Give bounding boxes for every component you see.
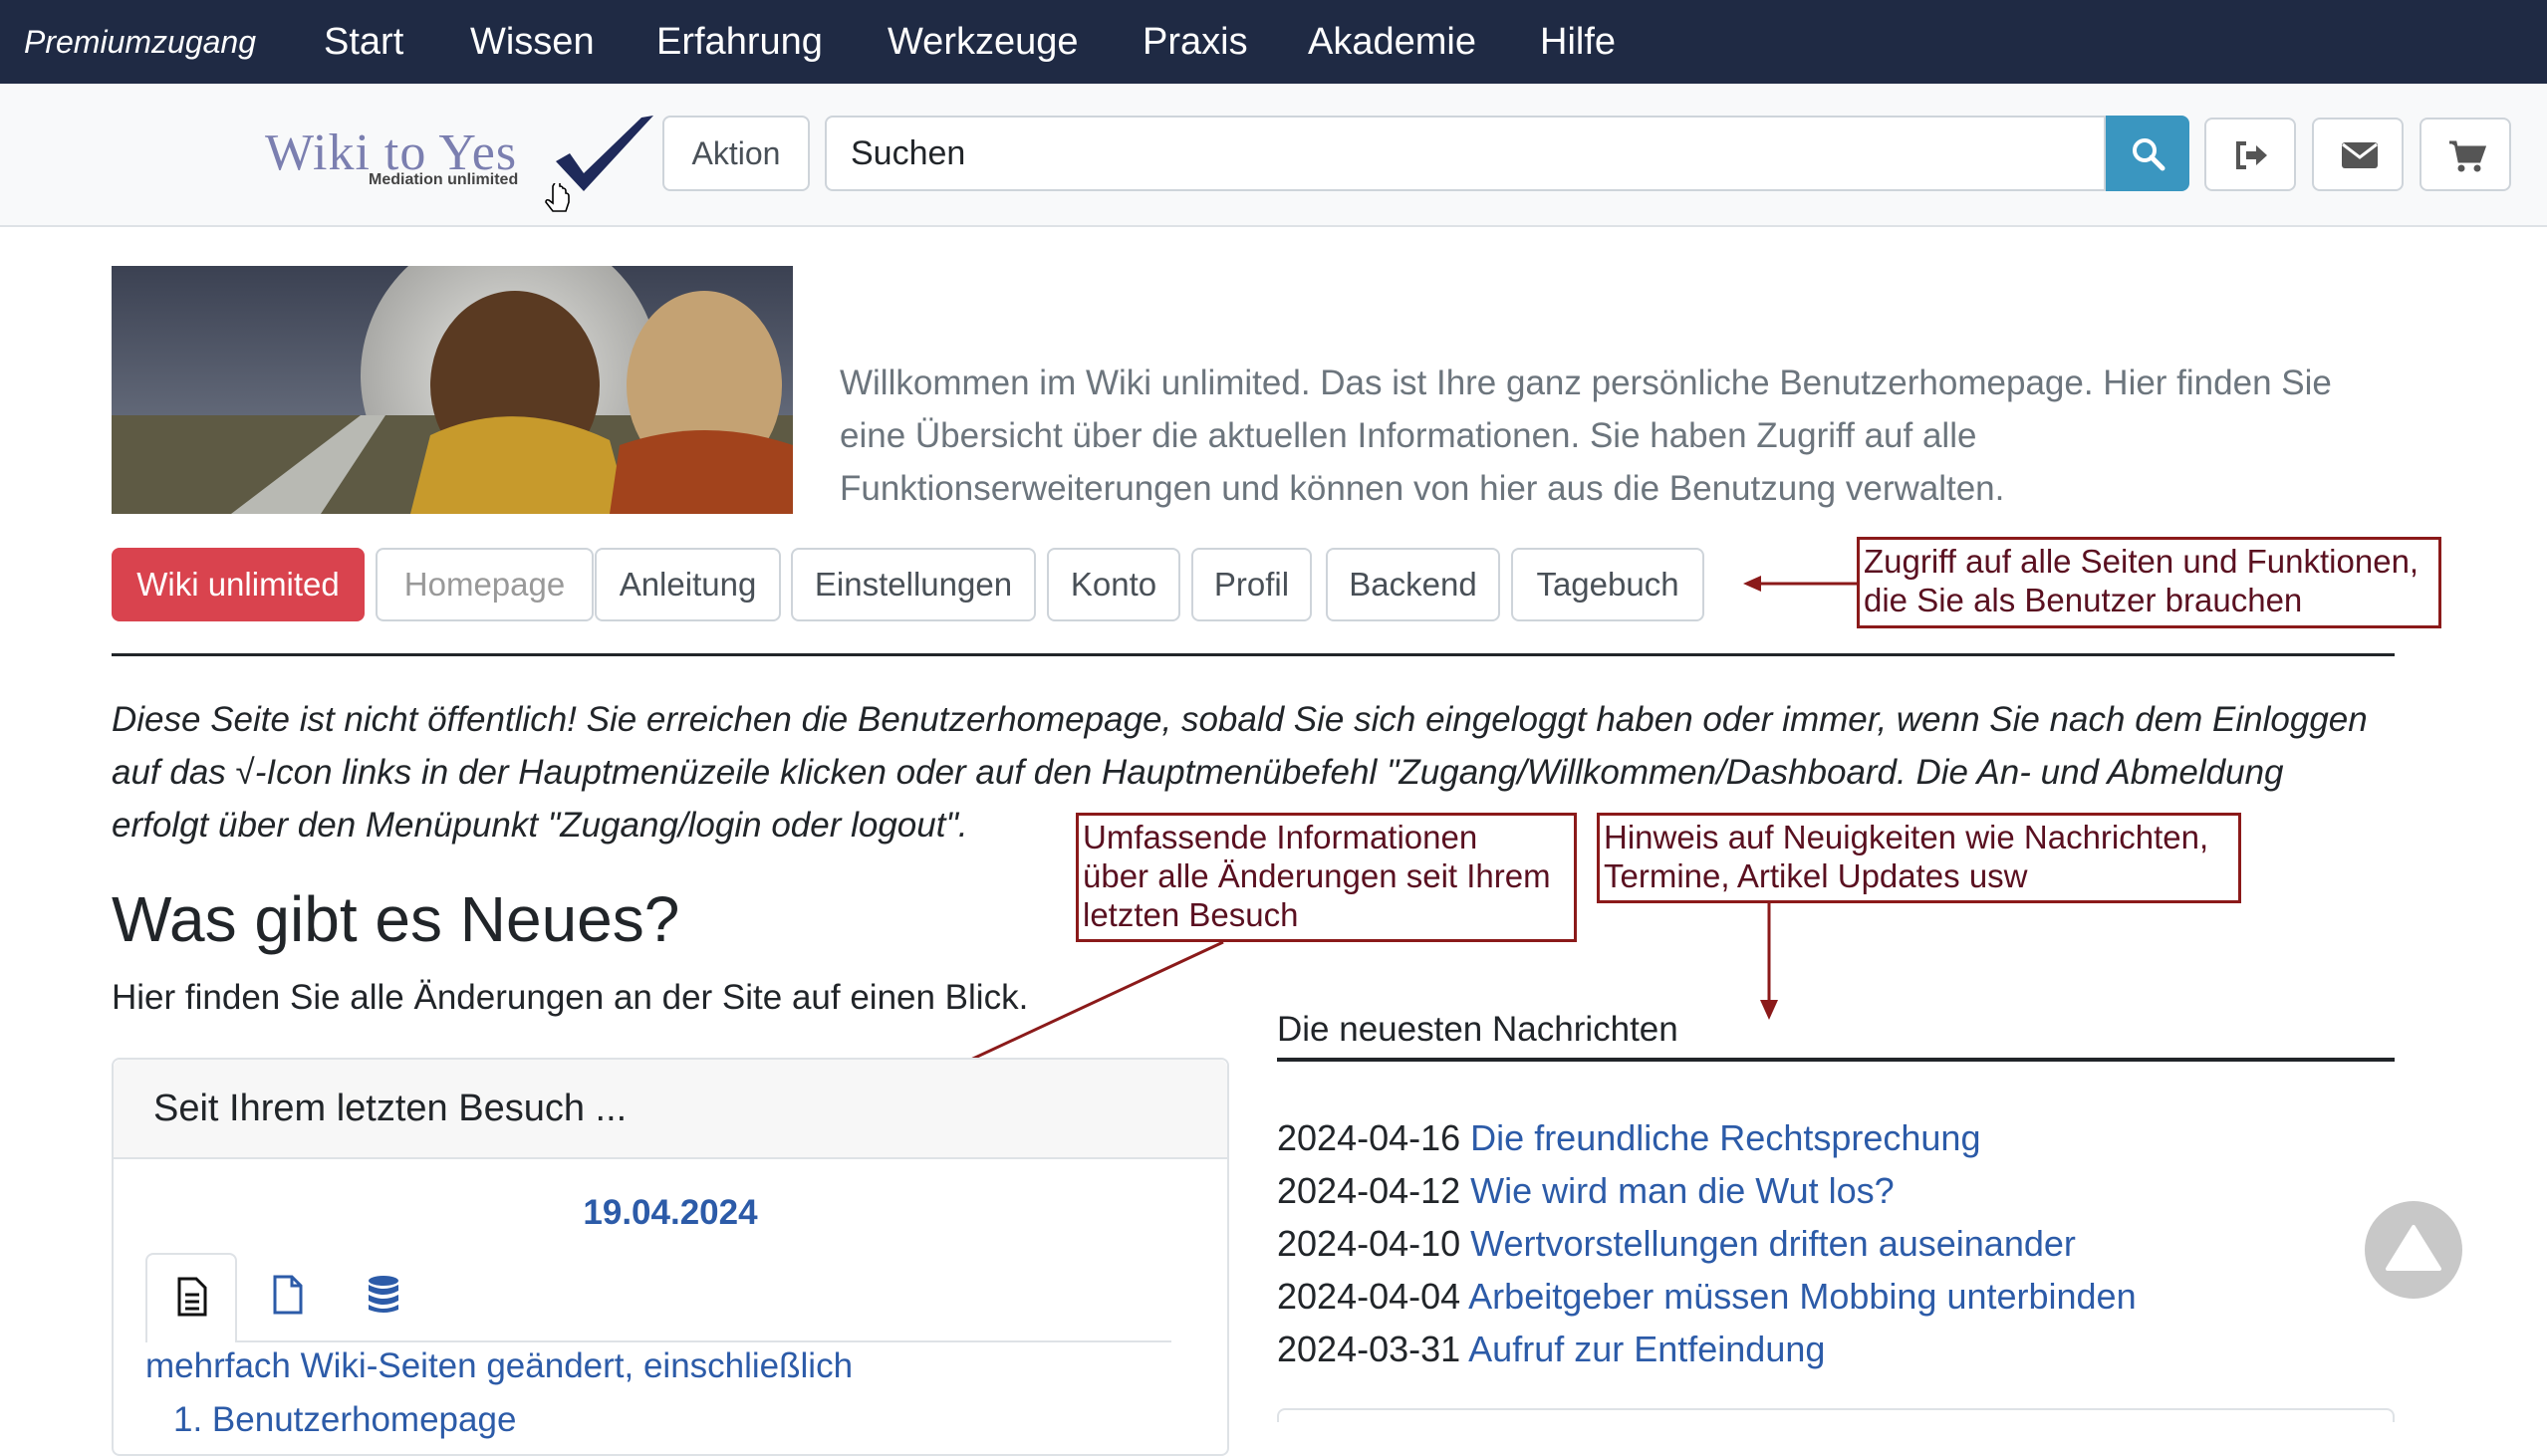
top-navbar: Premiumzugang Start Wissen Erfahrung Wer… bbox=[0, 0, 2547, 84]
site-logo[interactable]: Wiki to Yes Mediation unlimited bbox=[261, 108, 659, 217]
annotation-arrow-news bbox=[1760, 902, 1778, 1020]
logout-icon bbox=[2236, 141, 2267, 169]
notice-line-2: auf das √-Icon links in der Hauptmenüzei… bbox=[112, 753, 2284, 792]
annotation-tabs-line1: Zugriff auf alle Seiten und Funktionen, bbox=[1864, 543, 2420, 580]
annotation-changes-line2: über alle Änderungen seit Ihrem bbox=[1083, 857, 1551, 894]
news-item: 2024-04-10 Wertvorstellungen driften aus… bbox=[1277, 1223, 2076, 1265]
mail-button[interactable] bbox=[2312, 118, 2404, 191]
news-date: 2024-04-16 bbox=[1277, 1117, 1461, 1158]
search-icon bbox=[2133, 138, 2165, 171]
annotation-changes-line1: Umfassende Informationen bbox=[1083, 819, 1478, 855]
scroll-top-button[interactable] bbox=[2365, 1201, 2462, 1299]
news-link[interactable]: Die freundliche Rechtsprechung bbox=[1470, 1117, 1980, 1158]
annotation-news-line1: Hinweis auf Neuigkeiten wie Nachrichten, bbox=[1604, 819, 2209, 855]
news-date: 2024-04-12 bbox=[1277, 1170, 1461, 1211]
annotation-news: Hinweis auf Neuigkeiten wie Nachrichten,… bbox=[1597, 813, 2241, 903]
annotation-changes-line3: letzten Besuch bbox=[1083, 896, 1299, 933]
news-item: 2024-04-12 Wie wird man die Wut los? bbox=[1277, 1170, 1895, 1212]
news-item: 2024-04-16 Die freundliche Rechtsprechun… bbox=[1277, 1117, 1980, 1159]
news-link[interactable]: Aufruf zur Entfeindung bbox=[1468, 1329, 1825, 1369]
search-button[interactable] bbox=[2106, 116, 2189, 191]
nav-akademie[interactable]: Akademie bbox=[1308, 0, 1476, 84]
annotation-changes: Umfassende Informationen über alle Änder… bbox=[1076, 813, 1577, 942]
database-icon[interactable] bbox=[367, 1275, 400, 1315]
news-item: 2024-03-31 Aufruf zur Entfeindung bbox=[1277, 1329, 1825, 1370]
whats-new-title: Was gibt es Neues? bbox=[112, 883, 680, 955]
news-date: 2024-04-04 bbox=[1277, 1276, 1461, 1317]
nav-premiumzugang[interactable]: Premiumzugang bbox=[24, 0, 256, 84]
triangle-up-icon bbox=[2386, 1225, 2441, 1271]
search-input[interactable]: Suchen bbox=[825, 116, 2106, 191]
cart-button[interactable] bbox=[2420, 118, 2511, 191]
changes-link[interactable]: mehrfach Wiki-Seiten geändert, einschlie… bbox=[145, 1346, 853, 1386]
cart-icon bbox=[2449, 140, 2487, 172]
card-header: Seit Ihrem letzten Besuch ... bbox=[114, 1060, 1227, 1159]
news-date: 2024-03-31 bbox=[1277, 1329, 1461, 1369]
tab-pages-changed[interactable] bbox=[145, 1253, 237, 1342]
card-title: Seit Ihrem letzten Besuch ... bbox=[153, 1088, 628, 1129]
annotation-tabs-line2: die Sie als Benutzer brauchen bbox=[1864, 582, 2303, 618]
tab-einstellungen[interactable]: Einstellungen bbox=[791, 548, 1036, 621]
logout-button[interactable] bbox=[2204, 118, 2296, 191]
divider bbox=[112, 653, 2395, 656]
nav-wissen[interactable]: Wissen bbox=[470, 0, 595, 84]
news-date: 2024-04-10 bbox=[1277, 1223, 1461, 1264]
tab-tagebuch[interactable]: Tagebuch bbox=[1511, 548, 1704, 621]
tab-wiki-unlimited[interactable]: Wiki unlimited bbox=[112, 548, 365, 621]
news-link[interactable]: Arbeitgeber müssen Mobbing unterbinden bbox=[1468, 1276, 2136, 1317]
annotation-tabs: Zugriff auf alle Seiten und Funktionen, … bbox=[1857, 537, 2441, 628]
hand-cursor-icon bbox=[545, 183, 570, 212]
envelope-icon bbox=[2342, 142, 2378, 168]
nav-praxis[interactable]: Praxis bbox=[1143, 0, 1248, 84]
document-text-icon bbox=[177, 1277, 207, 1317]
nav-hilfe[interactable]: Hilfe bbox=[1540, 0, 1616, 84]
visit-date: 19.04.2024 bbox=[583, 1193, 758, 1232]
notice-line-1: Diese Seite ist nicht öffentlich! Sie er… bbox=[112, 700, 2368, 739]
tab-anleitung[interactable]: Anleitung bbox=[595, 548, 781, 621]
tab-konto[interactable]: Konto bbox=[1047, 548, 1180, 621]
nav-werkzeuge[interactable]: Werkzeuge bbox=[888, 0, 1079, 84]
annotation-arrow-tabs bbox=[1743, 576, 1863, 592]
whats-new-subtitle: Hier finden Sie alle Änderungen an der S… bbox=[112, 978, 1029, 1017]
nav-start[interactable]: Start bbox=[324, 0, 403, 84]
news-link[interactable]: Wertvorstellungen driften auseinander bbox=[1470, 1223, 2076, 1264]
tab-profil[interactable]: Profil bbox=[1191, 548, 1312, 621]
nav-erfahrung[interactable]: Erfahrung bbox=[656, 0, 823, 84]
tab-homepage[interactable]: Homepage bbox=[376, 548, 594, 621]
next-card-edge bbox=[1277, 1408, 2395, 1422]
icon-tabs-border bbox=[145, 1340, 1171, 1342]
news-heading: Die neuesten Nachrichten bbox=[1277, 1010, 1678, 1049]
news-heading-rule bbox=[1277, 1058, 2395, 1062]
changed-page-item[interactable]: 1. Benutzerhomepage bbox=[173, 1400, 516, 1440]
banner-image bbox=[112, 266, 793, 514]
news-link[interactable]: Wie wird man die Wut los? bbox=[1470, 1170, 1894, 1211]
document-icon[interactable] bbox=[273, 1275, 303, 1315]
news-item: 2024-04-04 Arbeitgeber müssen Mobbing un… bbox=[1277, 1276, 2137, 1318]
logo-subtitle: Mediation unlimited bbox=[369, 171, 519, 188]
annotation-news-line2: Termine, Artikel Updates usw bbox=[1604, 857, 2028, 894]
last-visit-card: Seit Ihrem letzten Besuch ... 19.04.2024… bbox=[112, 1058, 1229, 1456]
welcome-text: Willkommen im Wiki unlimited. Das ist Ih… bbox=[840, 364, 2332, 508]
tab-backend[interactable]: Backend bbox=[1326, 548, 1500, 621]
aktion-button[interactable]: Aktion bbox=[662, 116, 810, 191]
